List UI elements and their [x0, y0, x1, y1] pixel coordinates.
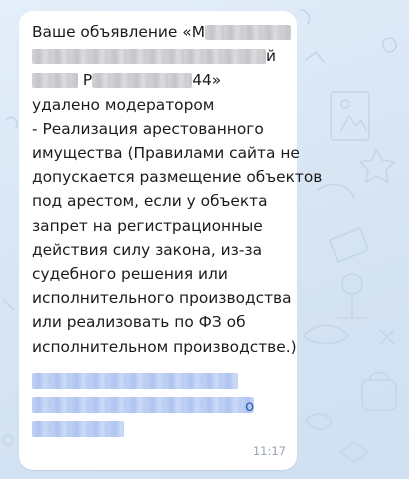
message-time: 11:17	[252, 444, 286, 458]
redacted-text	[32, 49, 266, 65]
message-line-10: действия силу закона, из-за	[32, 240, 263, 259]
message-text: Р	[82, 71, 93, 90]
redacted-text	[204, 25, 291, 40]
message-line-3: Р 44»	[32, 68, 284, 92]
redacted-link	[32, 421, 124, 437]
message-text: Ваше объявление «М	[32, 23, 205, 41]
message-line-2: й	[32, 44, 284, 68]
diamond-doodle-icon	[339, 441, 369, 463]
message-line-6: имущества (Правилами сайта не	[32, 144, 300, 163]
fish-doodle-icon	[303, 324, 349, 345]
message-line-11: судебного решения или	[32, 265, 228, 284]
message-bubble[interactable]: Ваше объявление «М й Р 44» удалено модера…	[19, 11, 323, 470]
message-text: 44»	[192, 71, 222, 90]
bag-doodle-icon	[361, 379, 397, 411]
cloud-doodle-icon	[305, 413, 333, 431]
leaf-doodle-icon	[382, 37, 397, 53]
card-doodle-icon	[329, 227, 369, 263]
lamp-doodle-icon	[341, 273, 363, 295]
redacted-link	[32, 373, 238, 389]
message-line-8: под арестом, если у объекта	[32, 192, 268, 211]
message-text: й	[266, 47, 277, 66]
message-line-5: - Реализация арестованного	[32, 119, 264, 138]
message-line-1: Ваше объявление «М	[32, 20, 291, 44]
message-line-4: удалено модератором	[32, 95, 215, 114]
message-line-12: исполнительного производства	[32, 289, 292, 308]
redacted-text	[32, 73, 78, 89]
message-line-9: запрет на регистрационные	[32, 216, 263, 235]
message-line-7: допускается размещение объектов	[32, 168, 323, 187]
message-line-13: или реализовать по ФЗ об	[32, 313, 246, 332]
redacted-link	[32, 397, 254, 413]
link-tail-text: о	[245, 397, 255, 415]
frame-doodle-icon	[330, 91, 370, 141]
redacted-text	[92, 73, 193, 89]
star-doodle-icon	[359, 149, 395, 183]
message-line-14: исполнительном производстве.)	[32, 337, 297, 356]
